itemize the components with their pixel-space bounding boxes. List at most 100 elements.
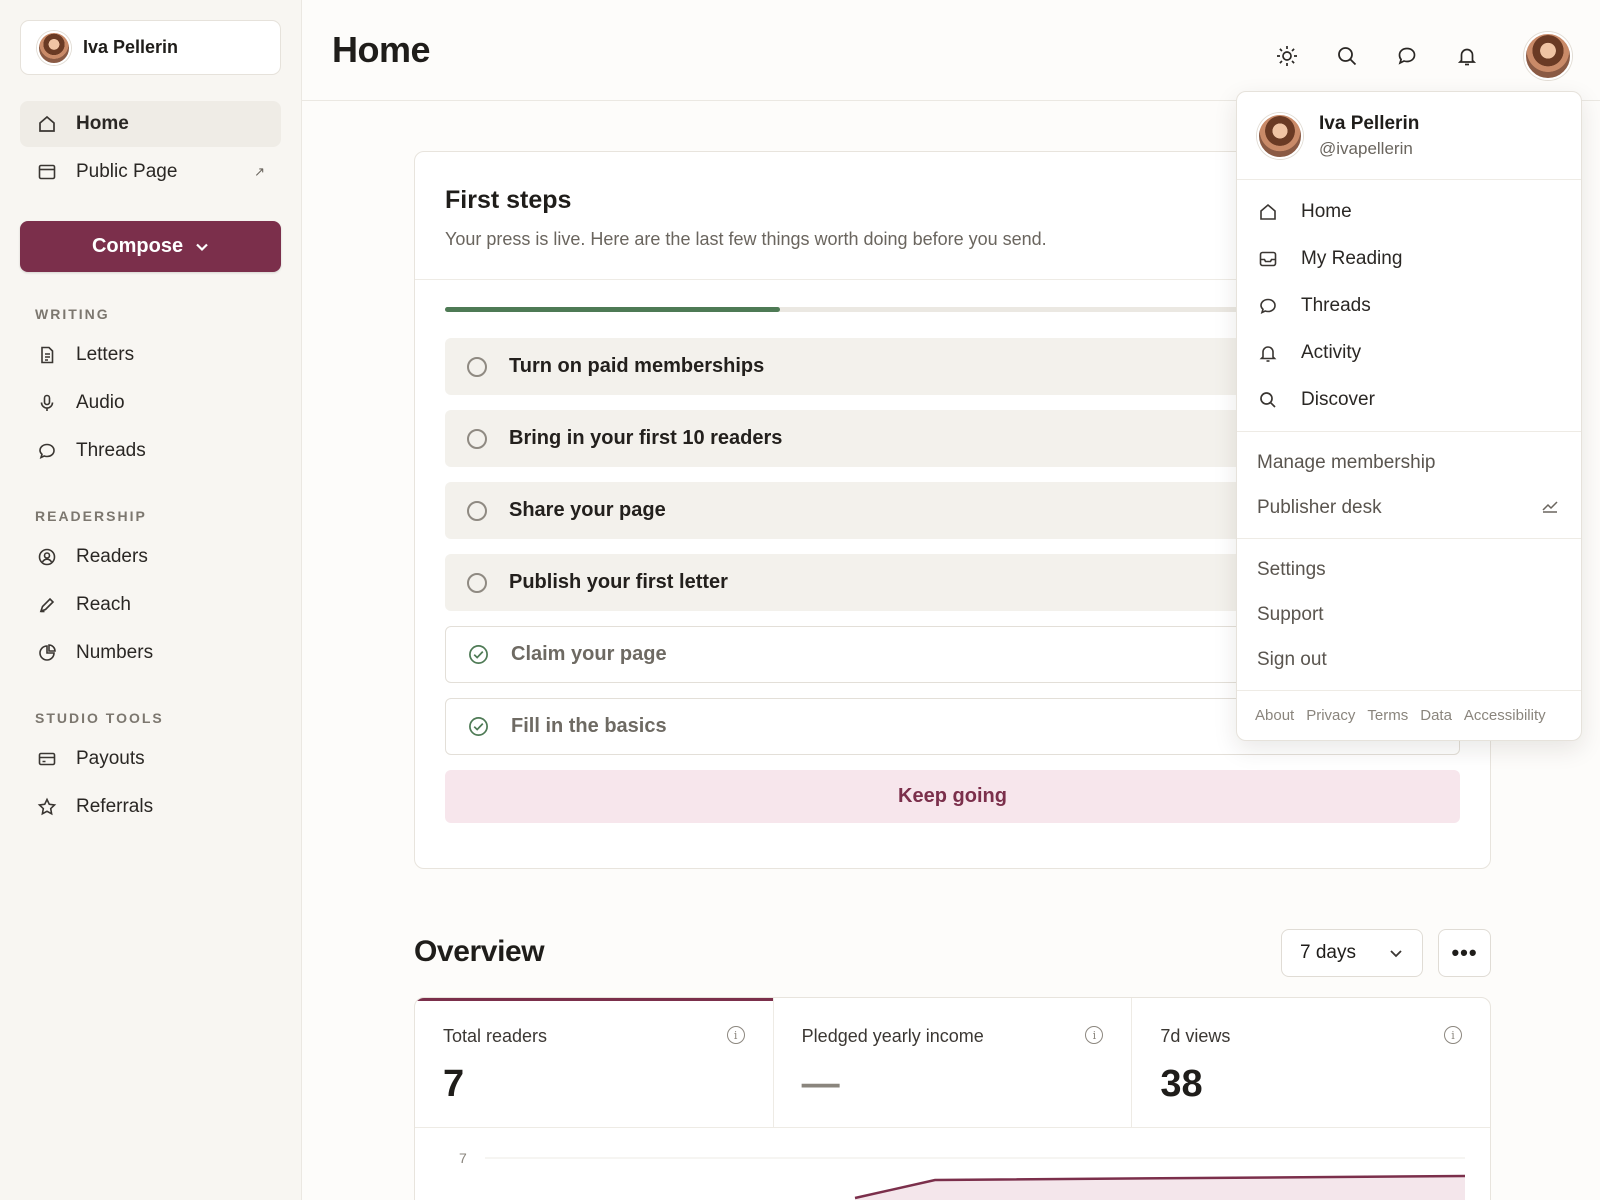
menu-item-label: Activity (1301, 341, 1362, 363)
home-icon (1257, 202, 1279, 222)
chat-icon[interactable] (1390, 39, 1424, 73)
stat-value: — (801, 1063, 840, 1105)
menu-item-label: Sign out (1257, 648, 1327, 670)
menu-user-name: Iva Pellerin (1319, 112, 1420, 134)
section-label-studio-tools: STUDIO TOOLS (35, 710, 164, 726)
stat-7d-views[interactable]: 7d views i 38 (1132, 998, 1490, 1127)
empty-circle-icon (467, 500, 487, 521)
sidebar-item-label: Reach (76, 594, 131, 615)
more-options-button[interactable]: ••• (1438, 929, 1491, 977)
footer-link-about[interactable]: About (1255, 707, 1294, 724)
menu-item-label: Discover (1301, 388, 1375, 410)
sidebar-item-label: Public Page (76, 161, 178, 182)
menu-user-handle: @ivapellerin (1319, 138, 1413, 158)
stat-value: 7 (443, 1063, 465, 1105)
document-icon (36, 344, 58, 366)
menu-item-settings[interactable]: Settings (1237, 547, 1581, 592)
footer-link-data[interactable]: Data (1420, 707, 1452, 724)
bell-icon[interactable] (1450, 39, 1484, 73)
menu-footer: About Privacy Terms Data Accessibility (1237, 691, 1581, 740)
user-avatar-button[interactable] (1524, 32, 1572, 80)
menu-item-label: Settings (1257, 558, 1326, 580)
empty-circle-icon (467, 428, 487, 449)
sidebar-item-label: Payouts (76, 748, 145, 769)
keep-going-button[interactable]: Keep going (445, 770, 1460, 823)
menu-item-activity[interactable]: Activity (1237, 329, 1581, 376)
sidebar-item-label: Numbers (76, 642, 154, 663)
user-circle-icon (36, 546, 58, 568)
account-switcher[interactable]: Iva Pellerin (20, 20, 281, 75)
step-label: Fill in the basics (511, 715, 667, 737)
footer-link-privacy[interactable]: Privacy (1306, 707, 1355, 724)
section-label-readership: READERSHIP (35, 508, 147, 524)
sidebar-item-label: Threads (76, 440, 146, 461)
menu-profile[interactable]: Iva Pellerin @ivapellerin (1237, 92, 1581, 180)
home-icon (36, 113, 58, 135)
sidebar-item-label: Home (76, 113, 129, 134)
footer-link-terms[interactable]: Terms (1367, 707, 1408, 724)
empty-circle-icon (467, 356, 487, 377)
step-label: Turn on paid memberships (509, 355, 765, 377)
avatar (37, 30, 71, 65)
overview-stats: Total readers i 7 Pledged yearly income … (414, 997, 1491, 1200)
menu-item-label: Threads (1301, 294, 1371, 316)
readers-chart (485, 1157, 1466, 1200)
sidebar: Iva Pellerin Home Public Page ↗ Compose … (0, 0, 302, 1200)
menu-item-home[interactable]: Home (1237, 188, 1581, 235)
microphone-icon (36, 392, 58, 414)
footer-link-accessibility[interactable]: Accessibility (1464, 707, 1546, 724)
top-bar: Home (302, 0, 1600, 101)
menu-item-sign-out[interactable]: Sign out (1237, 637, 1581, 682)
stat-pledged-income[interactable]: Pledged yearly income i — (774, 998, 1133, 1127)
menu-nav-section: Home My Reading Threads Activity Discove… (1237, 180, 1581, 432)
stat-row: Total readers i 7 Pledged yearly income … (415, 998, 1490, 1128)
top-actions (1270, 32, 1572, 80)
stat-label: Pledged yearly income (801, 1026, 984, 1046)
compose-button[interactable]: Compose (20, 221, 281, 272)
empty-circle-icon (467, 572, 487, 593)
range-value: 7 days (1300, 942, 1356, 963)
check-circle-icon (469, 645, 488, 664)
menu-item-label: Manage membership (1257, 451, 1436, 473)
stat-value: 38 (1160, 1063, 1203, 1105)
chevron-down-icon (1390, 950, 1402, 958)
menu-item-label: Support (1257, 603, 1324, 625)
card-icon (36, 748, 58, 770)
sidebar-item-threads[interactable]: Threads (20, 428, 281, 474)
sidebar-item-payouts[interactable]: Payouts (20, 736, 281, 782)
range-select[interactable]: 7 days (1281, 929, 1423, 977)
user-menu: Iva Pellerin @ivapellerin Home My Readin… (1236, 91, 1582, 741)
step-label: Claim your page (511, 643, 667, 665)
step-label: Bring in your first 10 readers (509, 427, 783, 449)
menu-item-publisher-desk[interactable]: Publisher desk (1237, 485, 1581, 530)
sidebar-item-letters[interactable]: Letters (20, 332, 281, 378)
stat-label: 7d views (1160, 1026, 1231, 1046)
sidebar-item-home[interactable]: Home (20, 101, 281, 147)
menu-item-manage-membership[interactable]: Manage membership (1237, 440, 1581, 485)
chat-icon (36, 440, 58, 462)
info-icon[interactable]: i (1444, 1026, 1463, 1044)
search-icon[interactable] (1330, 39, 1364, 73)
section-label-writing: WRITING (35, 306, 110, 322)
sidebar-item-label: Readers (76, 546, 148, 567)
menu-item-discover[interactable]: Discover (1237, 376, 1581, 423)
sidebar-item-reach[interactable]: Reach (20, 582, 281, 628)
sidebar-item-label: Letters (76, 344, 135, 365)
sidebar-item-public-page[interactable]: Public Page ↗ (20, 149, 281, 195)
menu-item-threads[interactable]: Threads (1237, 282, 1581, 329)
menu-item-support[interactable]: Support (1237, 592, 1581, 637)
menu-manage-section: Manage membership Publisher desk (1237, 432, 1581, 539)
sidebar-item-numbers[interactable]: Numbers (20, 630, 281, 676)
search-icon (1257, 390, 1279, 410)
check-circle-icon (469, 717, 488, 736)
sidebar-item-referrals[interactable]: Referrals (20, 784, 281, 830)
page-icon (36, 161, 58, 183)
menu-item-my-reading[interactable]: My Reading (1237, 235, 1581, 282)
info-icon[interactable]: i (726, 1026, 745, 1044)
account-name: Iva Pellerin (83, 37, 179, 57)
theme-toggle-sun-icon[interactable] (1270, 39, 1304, 73)
sidebar-item-readers[interactable]: Readers (20, 534, 281, 580)
sidebar-item-audio[interactable]: Audio (20, 380, 281, 426)
stat-total-readers[interactable]: Total readers i 7 (415, 998, 774, 1127)
step-label: Publish your first letter (509, 571, 728, 593)
